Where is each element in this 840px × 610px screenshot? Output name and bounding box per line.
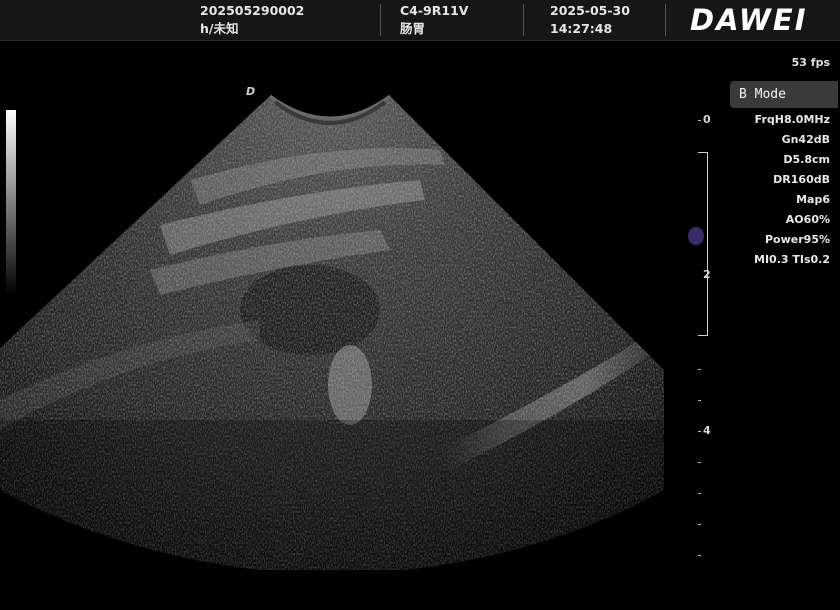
depth-tick xyxy=(698,400,701,401)
probe-name: C4-9R11V xyxy=(400,3,469,18)
param-dynamic-range: DR160dB xyxy=(773,173,830,186)
patient-info: h/未知 xyxy=(200,21,239,36)
depth-tick xyxy=(698,369,701,370)
depth-label-0: 0 xyxy=(703,113,711,126)
brand-logo: DAWEI xyxy=(690,3,808,37)
info-header: 202505290002 h/未知 C4-9R11V 肠胃 2025-05-30… xyxy=(0,0,840,41)
param-acoustic-output: AO60% xyxy=(785,213,830,226)
orientation-marker: D xyxy=(246,85,256,98)
depth-tick xyxy=(698,493,701,494)
grayscale-bar xyxy=(6,110,16,295)
header-divider xyxy=(523,4,524,36)
depth-label-2: 2 xyxy=(703,268,711,281)
exam-type: 肠胃 xyxy=(400,21,426,36)
header-divider xyxy=(665,4,666,36)
imaging-parameters: FrqH8.0MHz Gn42dB D5.8cm DR160dB Map6 AO… xyxy=(754,110,830,270)
exam-time: 14:27:48 xyxy=(550,21,613,36)
frame-rate: 53 fps xyxy=(791,56,830,69)
depth-tick xyxy=(698,431,701,432)
depth-tick xyxy=(698,524,701,525)
focus-marker-icon[interactable] xyxy=(688,227,704,245)
depth-tick xyxy=(698,462,701,463)
exam-date: 2025-05-30 xyxy=(550,3,630,18)
param-depth: D5.8cm xyxy=(783,153,830,166)
mode-button[interactable]: B Mode xyxy=(730,81,838,108)
patient-id: 202505290002 xyxy=(200,3,305,18)
param-power: Power95% xyxy=(765,233,830,246)
header-divider xyxy=(380,4,381,36)
param-mi-ti: MI0.3 TIs0.2 xyxy=(754,253,830,266)
depth-tick xyxy=(698,555,701,556)
param-gain: Gn42dB xyxy=(781,133,830,146)
param-frequency: FrqH8.0MHz xyxy=(754,113,830,126)
depth-tick xyxy=(698,120,701,121)
ultrasound-image[interactable] xyxy=(0,40,664,570)
depth-label-4: 4 xyxy=(703,424,711,437)
param-map: Map6 xyxy=(796,193,830,206)
